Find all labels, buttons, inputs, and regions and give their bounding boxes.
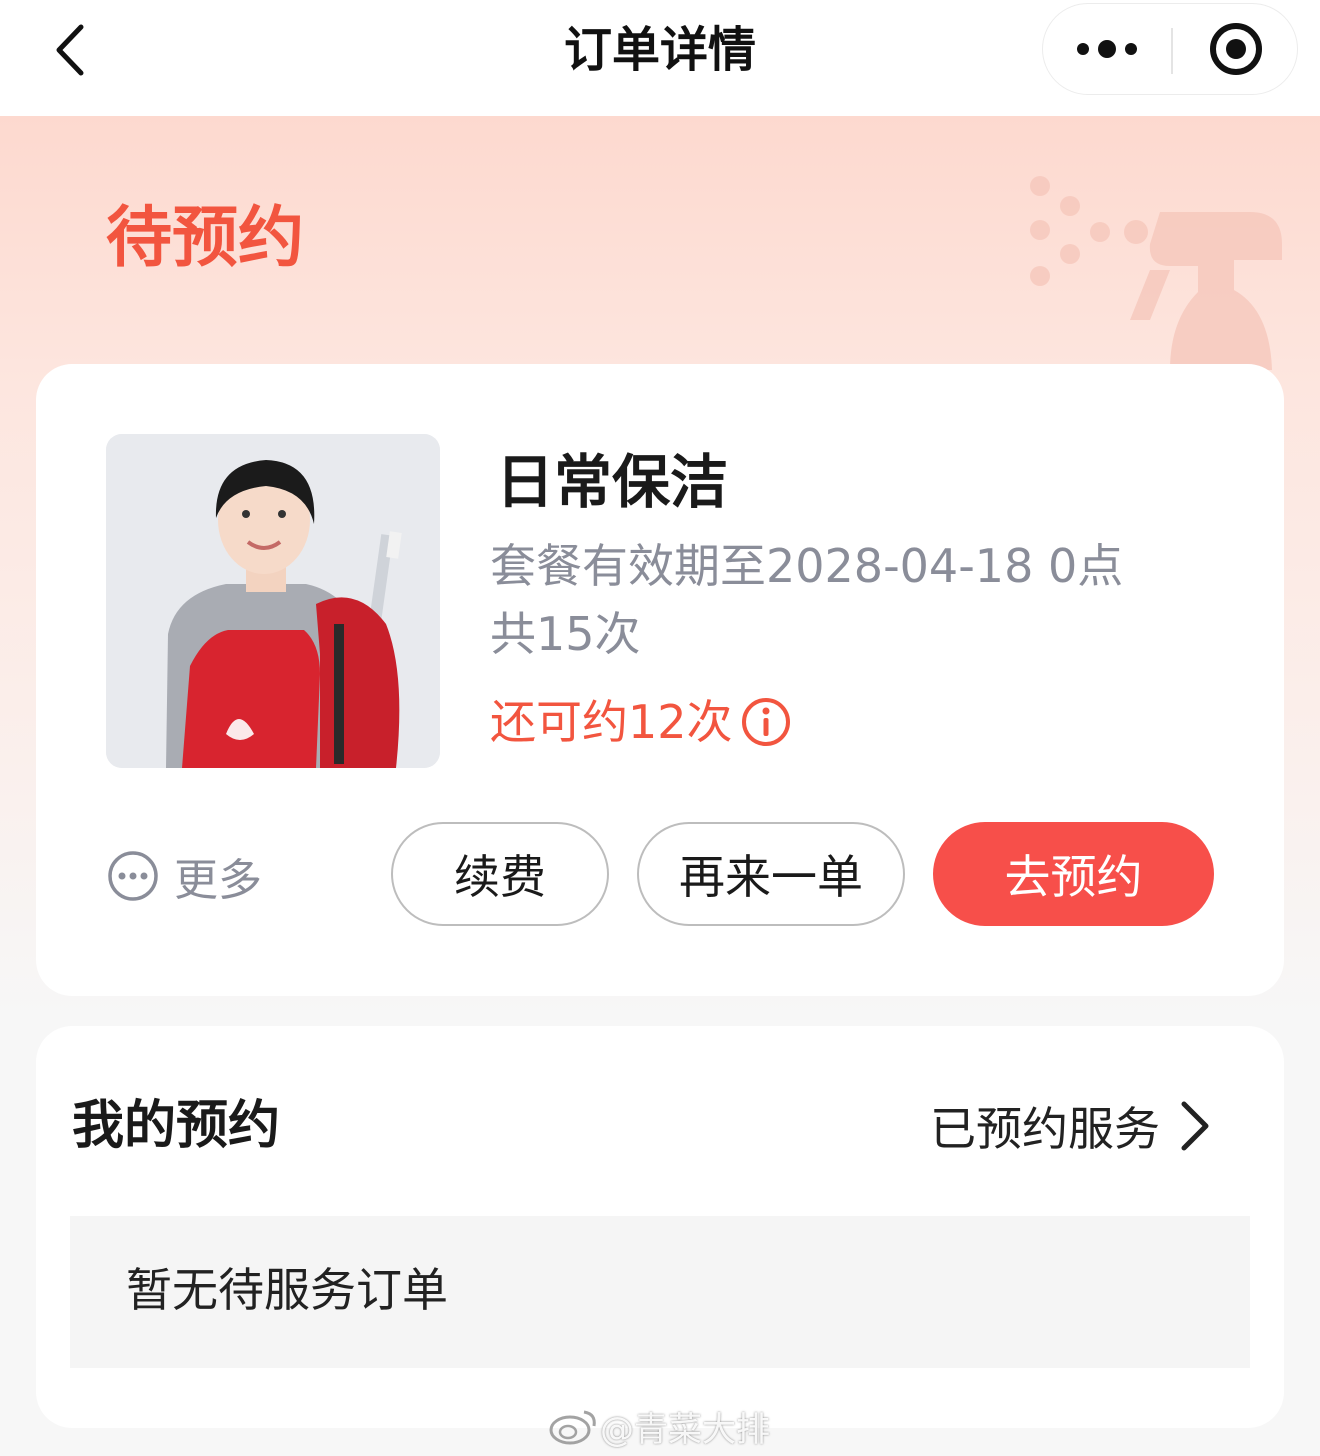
more-button[interactable]: 更多 [106, 844, 262, 908]
more-dots-icon [1077, 40, 1137, 58]
remaining-count-text: 还可约12次 [490, 695, 733, 749]
empty-bookings-box: 暂无待服务订单 [70, 1216, 1250, 1368]
service-card: 日常保洁 套餐有效期至2028-04-18 0点 共15次 还可约12次 更多 … [36, 364, 1284, 996]
spray-bottle-decoration [1030, 176, 1282, 370]
target-circle-icon [1210, 23, 1262, 75]
my-bookings-title: 我的预约 [72, 1096, 281, 1156]
order-status: 待预约 [106, 199, 304, 276]
booked-services-link[interactable]: 已预约服务 [930, 1096, 1214, 1156]
weibo-icon [549, 1410, 596, 1445]
watermark-text: @青菜大排 [600, 1409, 770, 1450]
more-label: 更多 [174, 855, 262, 906]
service-name: 日常保洁 [496, 448, 729, 516]
mini-program-capsule [1042, 3, 1298, 95]
remaining-count: 还可约12次 [490, 692, 793, 752]
chevron-right-icon [1181, 1101, 1209, 1151]
empty-bookings-text: 暂无待服务订单 [126, 1263, 448, 1317]
renew-button[interactable]: 续费 [391, 822, 609, 926]
package-total-count: 共15次 [490, 607, 641, 661]
nav-bar: 订单详情 [0, 0, 1320, 116]
reorder-button[interactable]: 再来一单 [637, 822, 905, 926]
my-bookings-card: 我的预约 已预约服务 暂无待服务订单 [36, 1026, 1284, 1428]
cleaner-photo [106, 434, 440, 768]
booked-services-label: 已预约服务 [930, 1102, 1160, 1156]
capsule-more-button[interactable] [1043, 4, 1171, 94]
capsule-close-button[interactable] [1173, 4, 1299, 94]
package-validity: 套餐有效期至2028-04-18 0点 [490, 539, 1124, 593]
watermark: @青菜大排 [548, 1400, 770, 1452]
info-circle-icon[interactable] [739, 695, 793, 749]
book-button[interactable]: 去预约 [933, 822, 1214, 926]
ellipsis-circle-icon [108, 851, 158, 901]
